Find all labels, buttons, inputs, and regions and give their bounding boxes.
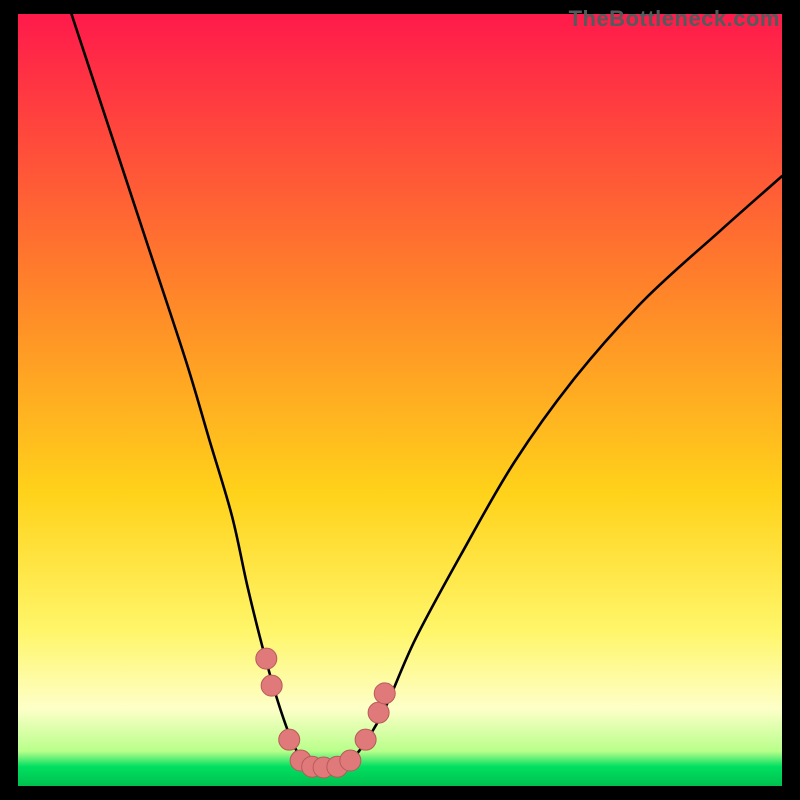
data-marker	[368, 702, 389, 723]
data-markers	[256, 648, 395, 778]
data-marker	[340, 750, 361, 771]
watermark-text: TheBottleneck.com	[569, 6, 780, 32]
data-marker	[261, 675, 282, 696]
data-marker	[374, 683, 395, 704]
data-marker	[279, 729, 300, 750]
data-marker	[256, 648, 277, 669]
chart-curve-layer	[18, 14, 782, 786]
bottleneck-curve	[71, 14, 782, 768]
data-marker	[355, 729, 376, 750]
